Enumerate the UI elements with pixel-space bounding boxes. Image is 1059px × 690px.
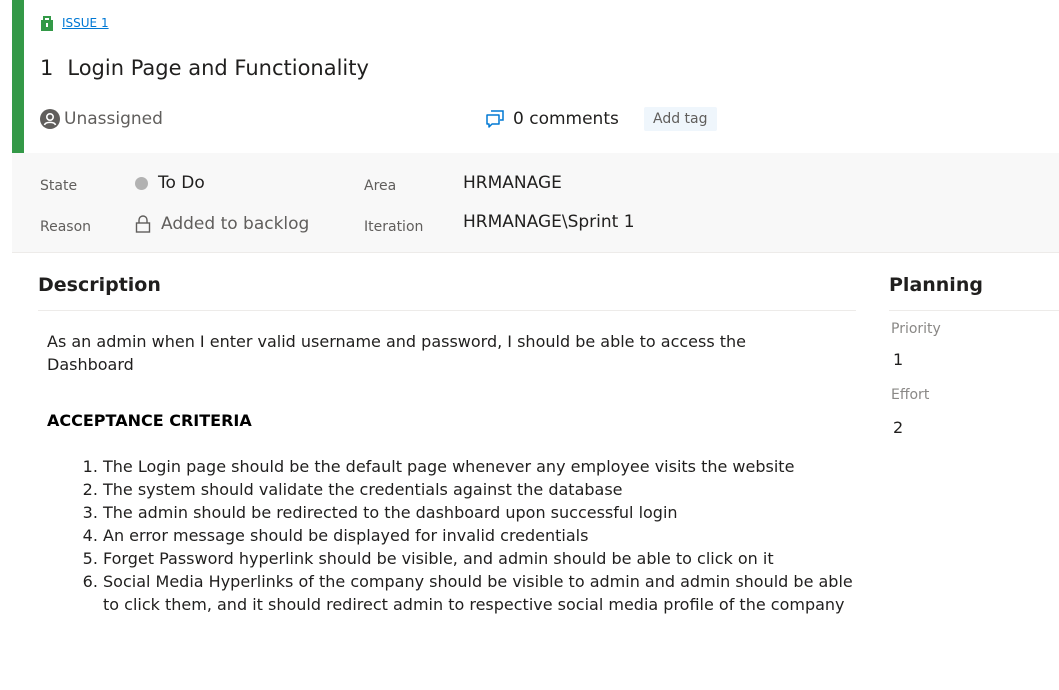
description-title: Description — [38, 274, 161, 296]
assignee-picker[interactable]: Unassigned — [40, 109, 163, 129]
priority-value[interactable]: 1 — [893, 350, 903, 369]
reason-value: Added to backlog — [161, 214, 310, 234]
assignee-label: Unassigned — [64, 109, 163, 129]
planning-divider — [889, 310, 1059, 311]
work-item-type-accent-bar — [12, 0, 24, 153]
iteration-dropdown[interactable]: HRMANAGE\Sprint 1 — [463, 212, 635, 232]
reason-label: Reason — [40, 219, 92, 235]
avatar-icon — [40, 109, 60, 129]
work-item-fields: State To Do Reason Added to backlog Area… — [12, 153, 1059, 253]
planning-title: Planning — [889, 274, 983, 296]
comments-count: 0 comments — [513, 109, 619, 129]
acceptance-criteria-heading: ACCEPTANCE CRITERIA — [47, 411, 252, 430]
comment-icon — [485, 109, 505, 129]
area-label: Area — [364, 178, 397, 194]
state-dropdown[interactable]: To Do — [135, 173, 205, 193]
work-item-meta-row: Unassigned 0 comments Add tag — [40, 107, 1040, 135]
work-item-id: 1 — [40, 56, 54, 80]
description-body[interactable]: As an admin when I enter valid username … — [47, 330, 837, 376]
reason-field: Added to backlog — [135, 214, 309, 234]
add-tag-button[interactable]: Add tag — [644, 107, 717, 131]
criteria-item: The Login page should be the default pag… — [103, 455, 863, 478]
iteration-value: HRMANAGE\Sprint 1 — [463, 212, 635, 232]
criteria-item: The admin should be redirected to the da… — [103, 501, 863, 524]
priority-label: Priority — [891, 321, 941, 337]
lock-icon — [135, 215, 151, 233]
issue-icon — [40, 15, 54, 31]
area-value: HRMANAGE — [463, 173, 562, 193]
criteria-item: An error message should be displayed for… — [103, 524, 863, 547]
state-label: State — [40, 178, 78, 194]
area-dropdown[interactable]: HRMANAGE — [463, 173, 562, 193]
work-item-form: ISSUE 1 1 Login Page and Functionality U… — [0, 0, 1059, 690]
work-item-title-row: 1 Login Page and Functionality — [40, 56, 369, 80]
work-item-header: ISSUE 1 1 Login Page and Functionality U… — [0, 0, 1059, 153]
acceptance-criteria-list: The Login page should be the default pag… — [60, 455, 863, 616]
work-item-type-row: ISSUE 1 — [40, 15, 109, 31]
state-value: To Do — [158, 173, 205, 193]
criteria-item: The system should validate the credentia… — [103, 478, 863, 501]
description-divider — [38, 310, 856, 311]
effort-value[interactable]: 2 — [893, 418, 903, 437]
work-item-title[interactable]: Login Page and Functionality — [67, 56, 369, 80]
iteration-label: Iteration — [364, 219, 424, 235]
criteria-item: Social Media Hyperlinks of the company s… — [103, 570, 863, 616]
effort-label: Effort — [891, 387, 930, 403]
criteria-item: Forget Password hyperlink should be visi… — [103, 547, 863, 570]
comments-link[interactable]: 0 comments — [485, 109, 619, 129]
state-dot-icon — [135, 176, 148, 190]
work-item-type-link[interactable]: ISSUE 1 — [62, 16, 109, 30]
